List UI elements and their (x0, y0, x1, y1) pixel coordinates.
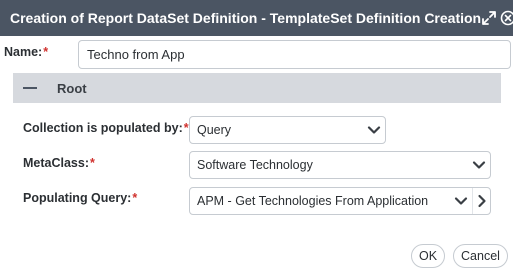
query-label: Populating Query:* (23, 191, 137, 205)
cancel-button[interactable]: Cancel (453, 244, 508, 268)
metaclass-label-text: MetaClass: (23, 156, 89, 170)
chevron-down-icon[interactable] (468, 152, 490, 178)
required-mark: * (183, 121, 189, 135)
chevron-right-icon[interactable] (472, 188, 490, 214)
chevron-down-icon[interactable] (363, 117, 385, 143)
query-label-text: Populating Query: (23, 191, 132, 205)
name-label-text: Name: (4, 45, 43, 59)
required-mark: * (43, 45, 49, 59)
section-header-root[interactable]: Root (13, 73, 501, 103)
collection-label: Collection is populated by:* (23, 121, 189, 135)
query-select[interactable]: APM - Get Technologies From Application (189, 187, 491, 215)
window-title: Creation of Report DataSet Definition - … (10, 10, 482, 26)
metaclass-select-value: Software Technology (197, 158, 313, 172)
window-titlebar: Creation of Report DataSet Definition - … (0, 0, 513, 36)
query-select-value: APM - Get Technologies From Application (197, 194, 429, 208)
name-input[interactable]: Techno from App (78, 40, 511, 69)
metaclass-label: MetaClass:* (23, 156, 95, 170)
collection-select[interactable]: Query (189, 116, 386, 144)
metaclass-select[interactable]: Software Technology (189, 151, 491, 179)
required-mark: * (90, 156, 95, 170)
collection-select-value: Query (197, 123, 232, 137)
required-mark: * (132, 191, 138, 205)
collection-label-text: Collection is populated by: (23, 121, 183, 135)
section-title: Root (57, 80, 87, 96)
ok-button[interactable]: OK (411, 244, 445, 268)
expand-arrows-icon[interactable] (481, 9, 497, 27)
name-label: Name:* (4, 45, 48, 59)
chevron-down-icon[interactable] (450, 188, 472, 214)
name-input-value: Techno from App (87, 47, 185, 62)
minus-icon[interactable] (23, 87, 37, 89)
close-circle-icon[interactable] (500, 9, 513, 27)
